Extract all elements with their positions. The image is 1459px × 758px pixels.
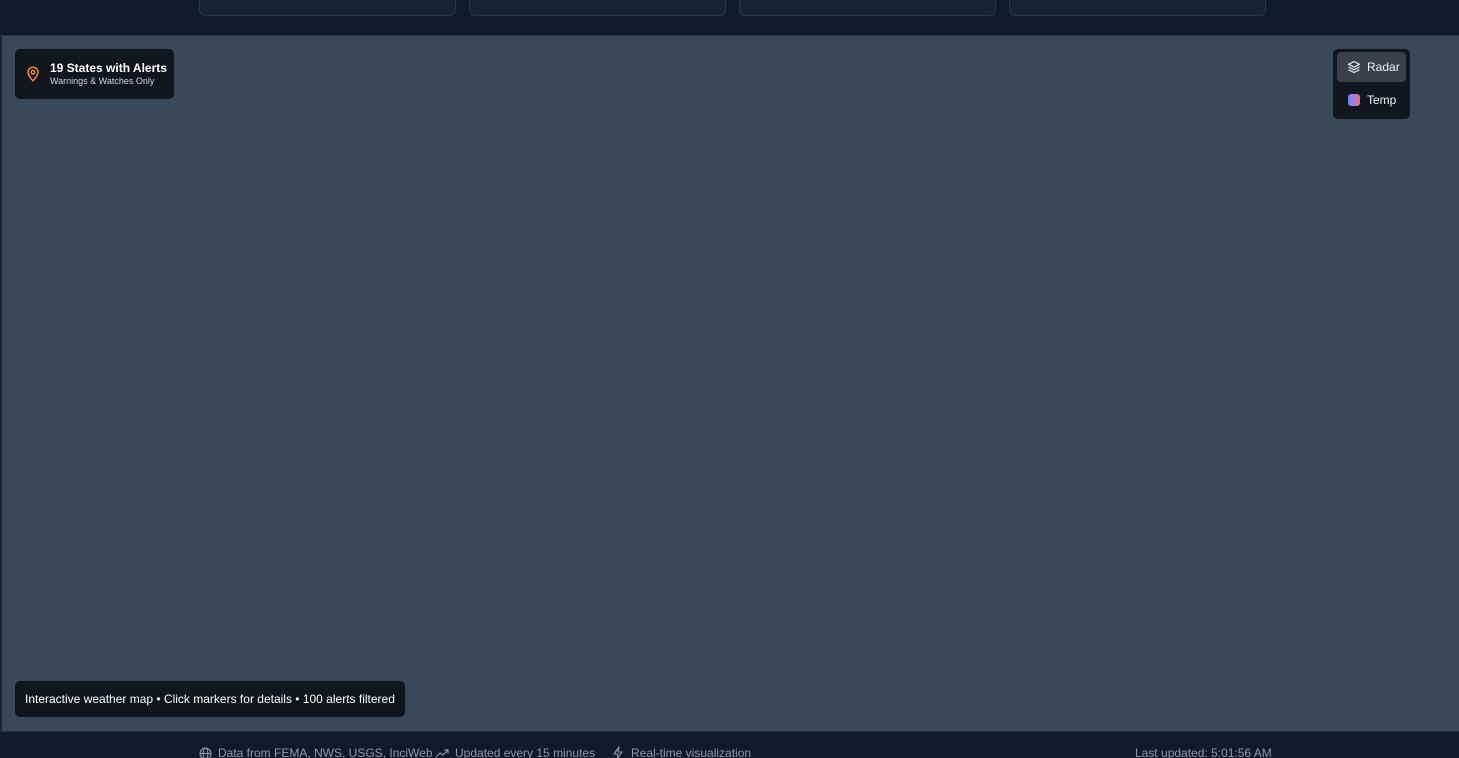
footer-mode: Real-time visualization <box>611 746 751 758</box>
temp-gradient-icon <box>1347 93 1361 107</box>
map-info-pill: Interactive weather map • Click markers … <box>15 681 405 717</box>
radar-layer-button[interactable]: Radar <box>1337 52 1406 82</box>
lightning-icon <box>611 746 625 758</box>
stat-card <box>199 0 456 16</box>
map-pin-icon <box>26 66 40 82</box>
footer-update-text: Updated every 15 minutes <box>455 746 596 758</box>
alert-badge-title: 19 States with Alerts <box>50 61 167 75</box>
globe-icon <box>198 746 212 758</box>
footer-sources: Data from FEMA, NWS, USGS, InciWeb <box>198 746 433 758</box>
footer-update-frequency: Updated every 15 minutes <box>435 746 595 758</box>
footer-sources-text: Data from FEMA, NWS, USGS, InciWeb <box>218 746 433 758</box>
stat-card <box>739 0 996 16</box>
layer-toggle-panel: Radar Temp <box>1333 49 1410 119</box>
alert-states-badge: 19 States with Alerts Warnings & Watches… <box>15 49 174 99</box>
temp-layer-button[interactable]: Temp <box>1337 85 1406 115</box>
dashboard-page: 19 States with Alerts Warnings & Watches… <box>0 0 1459 758</box>
radar-layer-label: Radar <box>1367 60 1400 74</box>
header-stats-strip <box>0 0 1459 36</box>
footer: Data from FEMA, NWS, USGS, InciWeb Updat… <box>0 731 1459 758</box>
trending-up-icon <box>435 746 449 758</box>
footer-last-updated: Last updated: 5:01:56 AM <box>1135 746 1272 758</box>
stat-card <box>469 0 726 16</box>
weather-map[interactable]: 19 States with Alerts Warnings & Watches… <box>2 36 1459 731</box>
layers-icon <box>1347 60 1361 74</box>
stat-card <box>1009 0 1266 16</box>
temp-layer-label: Temp <box>1367 93 1397 107</box>
alert-badge-subtitle: Warnings & Watches Only <box>50 76 155 86</box>
footer-mode-text: Real-time visualization <box>631 746 752 758</box>
